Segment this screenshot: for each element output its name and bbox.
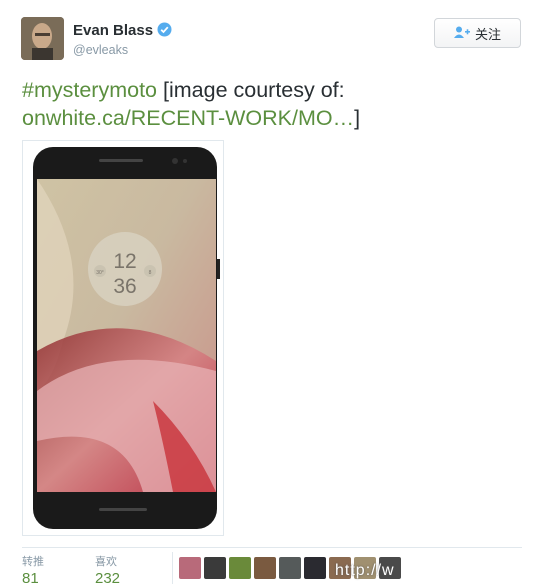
clock-left-dial: 30° xyxy=(96,270,104,276)
clock-right-dial: 8 xyxy=(149,270,152,276)
follow-button[interactable]: 关注 xyxy=(434,18,521,48)
phone-image: 12 36 30° 8 xyxy=(33,147,220,529)
liker-avatar[interactable] xyxy=(229,557,251,579)
display-name-row[interactable]: Evan Blass xyxy=(73,22,172,41)
retweets-stat[interactable]: 转推 81 xyxy=(22,553,44,587)
watermark-text: http://w xyxy=(335,562,395,579)
likes-stat[interactable]: 喜欢 232 xyxy=(95,553,120,587)
tweet-stats: 转推 81 喜欢 232 http://w xyxy=(22,547,522,587)
clock-minute: 36 xyxy=(113,275,136,298)
verified-badge-icon xyxy=(157,22,172,41)
user-handle[interactable]: @evleaks xyxy=(73,43,128,57)
add-user-icon xyxy=(453,26,470,41)
likes-count[interactable]: 232 xyxy=(95,570,120,587)
liker-avatar[interactable] xyxy=(279,557,301,579)
liker-avatar[interactable] xyxy=(179,557,201,579)
likes-label: 喜欢 xyxy=(95,556,117,568)
tweet-text-end: ] xyxy=(354,106,361,130)
hashtag-link[interactable]: #mysterymoto xyxy=(22,78,157,102)
liker-avatar[interactable] xyxy=(254,557,276,579)
retweets-label: 转推 xyxy=(22,556,44,568)
tweet-text: #mysterymoto [image courtesy of: onwhite… xyxy=(22,76,522,132)
url-link[interactable]: onwhite.ca/RECENT-WORK/MO… xyxy=(22,106,354,130)
tweet-text-middle: [image courtesy of: xyxy=(157,78,345,102)
display-name[interactable]: Evan Blass xyxy=(73,22,153,39)
avatar-image xyxy=(21,17,64,60)
tweet-image[interactable]: 12 36 30° 8 xyxy=(22,140,224,536)
stats-divider xyxy=(172,552,173,584)
liker-avatar[interactable] xyxy=(204,557,226,579)
retweets-count[interactable]: 81 xyxy=(22,570,44,587)
clock-hour: 12 xyxy=(113,250,136,273)
follow-button-label: 关注 xyxy=(474,26,501,42)
liker-avatar[interactable] xyxy=(304,557,326,579)
avatar[interactable] xyxy=(21,17,64,60)
